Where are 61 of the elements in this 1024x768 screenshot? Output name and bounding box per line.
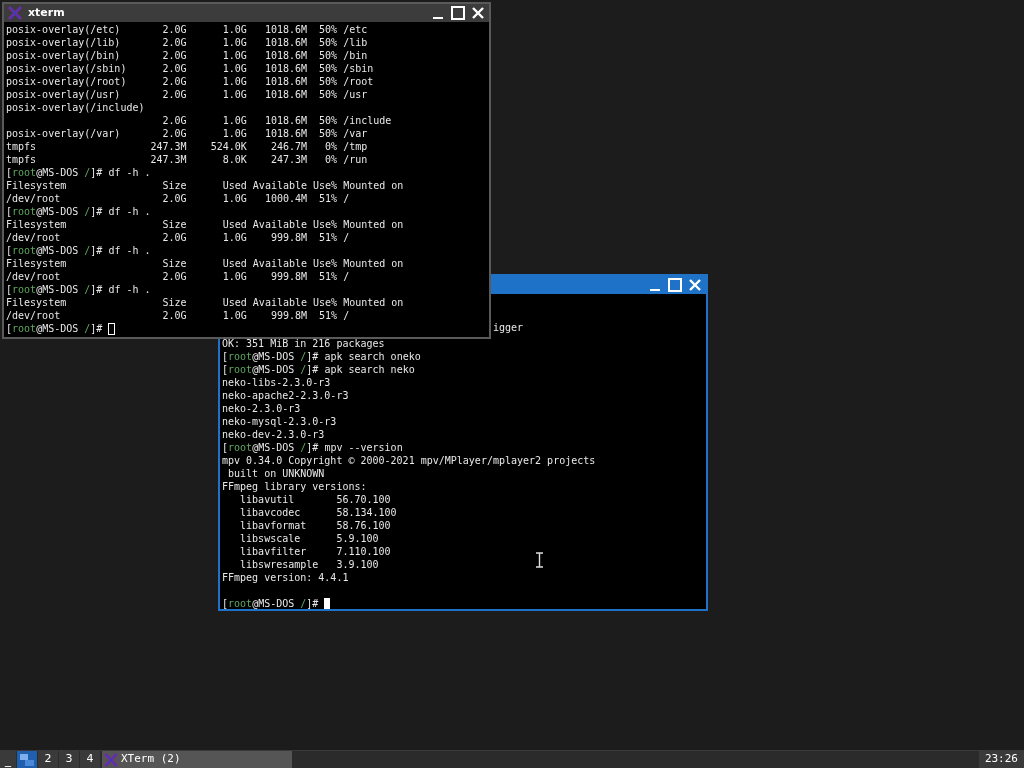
prompt-line: [root@MS-DOS /]# apk search neko (222, 363, 415, 376)
terminal-line: posix-overlay(/include) (6, 101, 145, 114)
task-button[interactable]: XTerm (2) (102, 751, 292, 768)
terminal-line: libavfilter 7.110.100 (239, 545, 391, 558)
window-title: xterm (28, 4, 65, 21)
terminal-line: posix-overlay(/sbin) 2.0G 1.0G 1018.6M 50% /sbin (6, 62, 374, 75)
prompt-line: [root@MS-DOS /]# df -h . (6, 283, 151, 296)
clock: 23:26 (978, 751, 1024, 768)
show-desktop-button[interactable]: _ (0, 751, 16, 768)
text-cursor-icon (535, 552, 544, 568)
workspace-button[interactable] (17, 751, 37, 768)
close-button[interactable] (688, 278, 702, 292)
terminal-line: posix-overlay(/lib) 2.0G 1.0G 1018.6M 50% /lib (6, 36, 368, 49)
terminal-line: posix-overlay(/var) 2.0G 1.0G 1018.6M 50% /var (6, 127, 368, 140)
terminal-line: /dev/root 2.0G 1.0G 1000.4M 51% / (6, 192, 350, 205)
terminal-line: Filesystem Size Used Available Use% Mounted on (6, 296, 404, 309)
terminal-line: FFmpeg version: 4.4.1 (222, 571, 349, 584)
terminal-line: Filesystem Size Used Available Use% Mounted on (6, 218, 404, 231)
terminal-line: libavformat 58.76.100 (239, 519, 391, 532)
x-logo-icon (104, 752, 118, 767)
prompt-line: [root@MS-DOS /]# (6, 322, 104, 335)
terminal-line: tmpfs 247.3M 524.0K 246.7M 0% /tmp (6, 140, 368, 153)
close-button[interactable] (471, 6, 485, 20)
terminal-line: igger (492, 321, 524, 334)
terminal-line: Filesystem Size Used Available Use% Mounted on (6, 257, 404, 270)
terminal-line: libswresample 3.9.100 (239, 558, 379, 571)
terminal-line: built on UNKNOWN (227, 467, 325, 480)
maximize-button[interactable] (451, 6, 465, 20)
terminal-line: OK: 351 MiB in 216 packages (222, 337, 385, 350)
prompt-line: [root@MS-DOS /]# (222, 597, 320, 609)
workspace-button[interactable]: 3 (59, 751, 79, 768)
terminal-line: /dev/root 2.0G 1.0G 999.8M 51% / (6, 270, 350, 283)
terminal-line: neko-mysql-2.3.0-r3 (222, 415, 337, 428)
prompt-line: [root@MS-DOS /]# apk search oneko (222, 350, 421, 363)
terminal-line: neko-dev-2.3.0-r3 (222, 428, 325, 441)
workspace-button[interactable]: 2 (38, 751, 58, 768)
workspace-button[interactable]: 4 (80, 751, 100, 768)
x-logo-icon (8, 6, 22, 20)
terminal-line: mpv 0.34.0 Copyright © 2000-2021 mpv/MPlayer/mplayer2 projects (222, 454, 596, 467)
terminal-line: neko-2.3.0-r3 (222, 402, 301, 415)
terminal-line: FFmpeg library versions: (222, 480, 367, 493)
terminal-area[interactable] (220, 294, 706, 609)
terminal-line: tmpfs 247.3M 8.0K 247.3M 0% /run (6, 153, 368, 166)
terminal-line: /dev/root 2.0G 1.0G 999.8M 51% / (6, 231, 350, 244)
terminal-line: 2.0G 1.0G 1018.6M 50% /include (161, 114, 392, 127)
prompt-line: [root@MS-DOS /]# mpv --version (222, 441, 403, 454)
maximize-button[interactable] (668, 278, 682, 292)
terminal-line: posix-overlay(/etc) 2.0G 1.0G 1018.6M 50% /etc (6, 23, 368, 36)
prompt-line: [root@MS-DOS /]# df -h . (6, 166, 151, 179)
terminal-line: posix-overlay(/bin) 2.0G 1.0G 1018.6M 50% /bin (6, 49, 368, 62)
terminal-line: posix-overlay(/root) 2.0G 1.0G 1018.6M 50% /root (6, 75, 374, 88)
terminal-line: libavutil 56.70.100 (239, 493, 391, 506)
terminal-line: libswscale 5.9.100 (239, 532, 379, 545)
terminal-line: Filesystem Size Used Available Use% Mounted on (6, 179, 404, 192)
prompt-line: [root@MS-DOS /]# df -h . (6, 205, 151, 218)
terminal-line: libavcodec 58.134.100 (239, 506, 397, 519)
terminal-line: neko-apache2-2.3.0-r3 (222, 389, 349, 402)
prompt-line: [root@MS-DOS /]# df -h . (6, 244, 151, 257)
terminal-line: posix-overlay(/usr) 2.0G 1.0G 1018.6M 50% /usr (6, 88, 368, 101)
terminal-line: /dev/root 2.0G 1.0G 999.8M 51% / (6, 309, 350, 322)
terminal-line: neko-libs-2.3.0-r3 (222, 376, 331, 389)
